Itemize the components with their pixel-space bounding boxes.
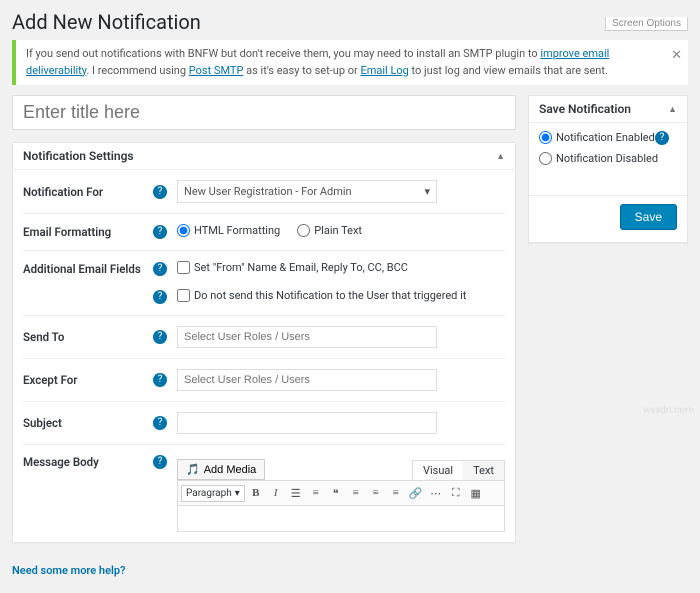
html-formatting-radio[interactable] — [177, 224, 190, 237]
editor-toolbar: Paragraph▾ B I ☰ ≡ ❝ ≡ ≡ ≡ 🔗 ⋯ — [177, 480, 505, 506]
save-heading: Save Notification — [539, 102, 631, 116]
help-icon[interactable]: ? — [153, 185, 167, 199]
email-formatting-label: Email Formatting — [23, 225, 153, 239]
notification-settings-box: Notification Settings ▲ Notification For… — [12, 142, 516, 543]
chevron-down-icon: ▾ — [235, 488, 240, 499]
visual-tab[interactable]: Visual — [413, 461, 463, 480]
bullet-list-button[interactable]: ☰ — [287, 484, 305, 502]
html-formatting-option[interactable]: HTML Formatting — [177, 224, 280, 237]
save-notification-box: Save Notification ▲ ? Notification Enabl… — [528, 95, 688, 243]
notification-for-select[interactable]: New User Registration - For Admin ▾ — [177, 180, 437, 203]
plain-text-radio[interactable] — [297, 224, 310, 237]
set-from-option[interactable]: Set "From" Name & Email, Reply To, CC, B… — [177, 261, 408, 274]
save-button[interactable]: Save — [620, 204, 677, 230]
bold-button[interactable]: B — [247, 484, 265, 502]
help-icon[interactable]: ? — [655, 131, 669, 145]
except-for-input[interactable] — [177, 369, 437, 391]
toolbar-toggle-button[interactable]: ▦ — [467, 484, 485, 502]
align-center-button[interactable]: ≡ — [367, 484, 385, 502]
more-help-link[interactable]: Need some more help? — [12, 564, 125, 577]
except-for-label: Except For — [23, 373, 153, 387]
help-icon[interactable]: ? — [153, 262, 167, 276]
help-icon[interactable]: ? — [153, 373, 167, 387]
set-from-checkbox[interactable] — [177, 261, 190, 274]
send-to-input[interactable] — [177, 326, 437, 348]
enabled-radio[interactable] — [539, 131, 552, 144]
divider — [23, 401, 505, 402]
italic-button[interactable]: I — [267, 484, 285, 502]
add-media-button[interactable]: 🎵Add Media — [177, 459, 265, 480]
notice-text: . I recommend using — [86, 64, 188, 77]
smtp-notice: If you send out notifications with BNFW … — [12, 40, 688, 85]
collapse-icon[interactable]: ▲ — [496, 151, 505, 162]
notice-text: as it's easy to set-up or — [243, 64, 360, 77]
send-to-label: Send To — [23, 330, 153, 344]
select-value: New User Registration - For Admin — [184, 185, 352, 198]
align-right-button[interactable]: ≡ — [387, 484, 405, 502]
editor-tabs: Visual Text — [412, 460, 505, 480]
divider — [23, 315, 505, 316]
title-input[interactable] — [12, 95, 516, 130]
subject-input[interactable] — [177, 412, 437, 434]
suppress-self-option[interactable]: Do not send this Notification to the Use… — [177, 289, 466, 302]
number-list-button[interactable]: ≡ — [307, 484, 325, 502]
enabled-label: Notification Enabled — [556, 131, 655, 144]
dismiss-notice-icon[interactable]: ✕ — [671, 46, 682, 66]
help-icon[interactable]: ? — [153, 455, 167, 469]
disabled-radio[interactable] — [539, 152, 552, 165]
help-icon[interactable]: ? — [153, 330, 167, 344]
divider — [23, 444, 505, 445]
post-smtp-link[interactable]: Post SMTP — [189, 64, 244, 77]
settings-heading: Notification Settings — [23, 149, 134, 163]
align-left-button[interactable]: ≡ — [347, 484, 365, 502]
message-body-editor[interactable] — [177, 506, 505, 532]
message-body-label: Message Body — [23, 455, 153, 469]
email-log-link[interactable]: Email Log — [360, 64, 408, 77]
subject-label: Subject — [23, 416, 153, 430]
paragraph-select[interactable]: Paragraph▾ — [181, 485, 245, 502]
divider — [23, 358, 505, 359]
help-icon[interactable]: ? — [153, 225, 167, 239]
collapse-icon[interactable]: ▲ — [668, 104, 677, 115]
watermark: wsxdn.com — [643, 405, 694, 416]
text-tab[interactable]: Text — [463, 461, 504, 480]
more-button[interactable]: ⋯ — [427, 484, 445, 502]
chevron-down-icon: ▾ — [424, 185, 430, 198]
notice-text: If you send out notifications with BNFW … — [26, 47, 540, 60]
fullscreen-button[interactable]: ⛶ — [447, 484, 465, 502]
quote-button[interactable]: ❝ — [327, 484, 345, 502]
link-button[interactable]: 🔗 — [407, 484, 425, 502]
media-icon: 🎵 — [186, 463, 200, 476]
page-title: Add New Notification — [12, 10, 201, 34]
divider — [23, 250, 505, 251]
notice-text: to just log and view emails that are sen… — [409, 64, 608, 77]
additional-fields-label: Additional Email Fields — [23, 262, 153, 276]
help-icon[interactable]: ? — [153, 416, 167, 430]
divider — [23, 213, 505, 214]
help-icon[interactable]: ? — [153, 290, 167, 304]
plain-text-option[interactable]: Plain Text — [297, 224, 362, 237]
disabled-label: Notification Disabled — [556, 152, 658, 165]
screen-options-button[interactable]: Screen Options — [605, 17, 688, 31]
suppress-self-checkbox[interactable] — [177, 289, 190, 302]
notification-for-label: Notification For — [23, 185, 153, 199]
